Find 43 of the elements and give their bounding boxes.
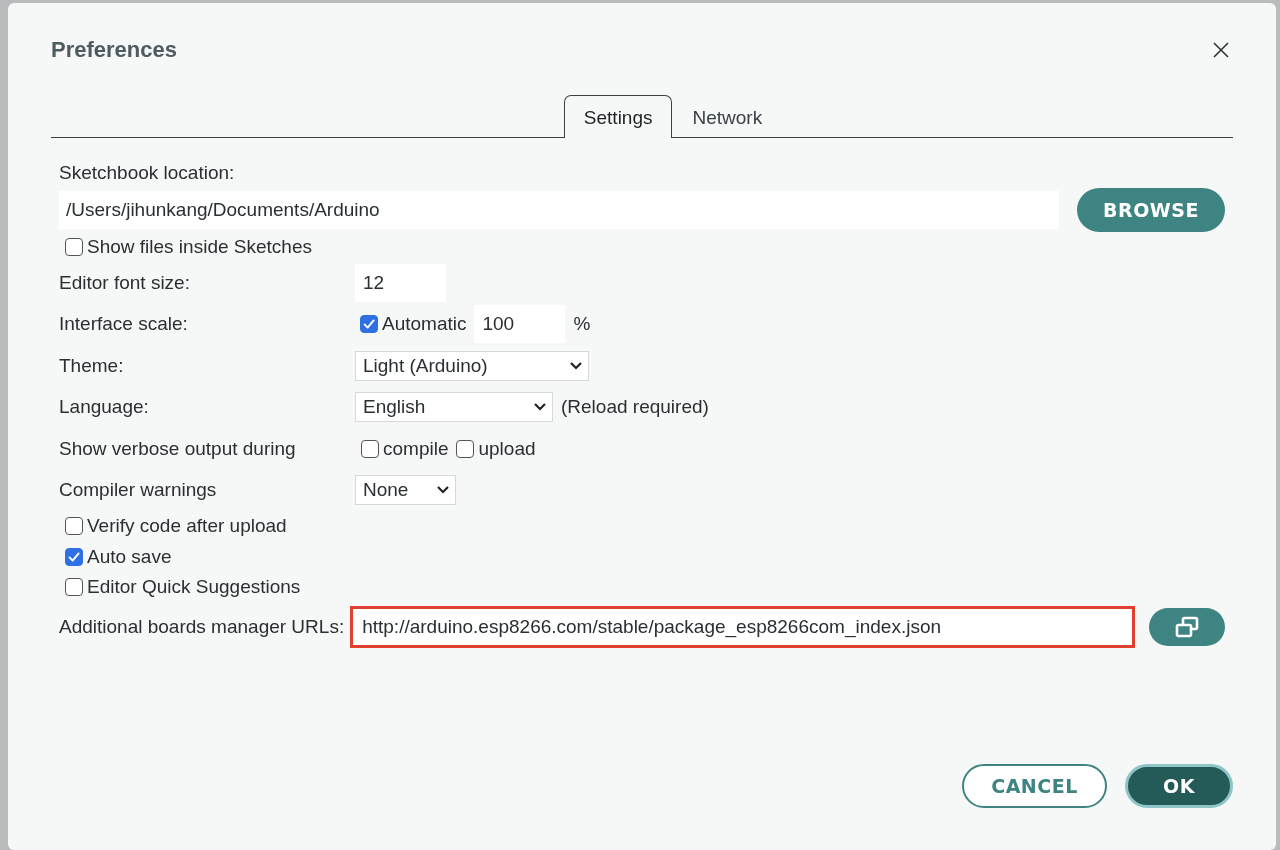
chevron-icon [436, 485, 450, 496]
input-field[interactable]: 100 [474, 305, 566, 344]
dropdown[interactable]: English [355, 392, 553, 423]
checkbox[interactable] [361, 439, 379, 458]
close-icon[interactable] [1211, 40, 1231, 60]
checkbox-label: Verify code after upload [87, 515, 287, 538]
expand-button[interactable] [1149, 607, 1225, 646]
checkbox-label: Auto save [87, 545, 172, 568]
field-label: Sketchbook location: [59, 161, 236, 184]
checkbox[interactable] [65, 578, 83, 597]
unit-label: % [573, 313, 591, 336]
overlapping-windows-icon [1174, 615, 1200, 638]
chevron-icon [533, 402, 547, 413]
field-label: Language: [59, 396, 150, 419]
checkbox[interactable] [65, 547, 83, 566]
ok-button[interactable]: OK [1125, 764, 1233, 808]
checkbox-label: Show files inside Sketches [87, 235, 312, 258]
dialog-title: Preferences [51, 37, 177, 63]
field-label: Editor font size: [59, 271, 191, 294]
checkbox[interactable] [456, 439, 475, 458]
tab[interactable]: Settings [563, 95, 673, 138]
url-field[interactable]: http://arduino.esp8266.com/stable/package_esp8266com_index.json [350, 605, 1135, 648]
checkbox-label: Editor Quick Suggestions [87, 576, 301, 599]
field-label: Show verbose output during [59, 437, 297, 460]
browse-button[interactable]: BROWSE [1077, 187, 1225, 232]
input-field[interactable]: 12 [355, 263, 446, 302]
note-text: (Reload required) [561, 396, 709, 419]
checkbox-label: Automatic [382, 313, 467, 336]
checkbox-label: upload [478, 437, 536, 460]
path-field[interactable]: /Users/jihunkang/Documents/Arduino [59, 190, 1060, 229]
checkbox-label: compile [383, 437, 449, 460]
checkbox[interactable] [65, 517, 83, 536]
field-label: Interface scale: [59, 313, 189, 336]
dropdown[interactable]: None [355, 475, 456, 506]
field-label: Theme: [59, 354, 125, 377]
field-label: Additional boards manager URLs: [59, 615, 345, 638]
checkbox[interactable] [360, 315, 378, 334]
field-label: Compiler warnings [59, 479, 218, 502]
cancel-button[interactable]: CANCEL [962, 764, 1107, 808]
dropdown[interactable]: Light (Arduino) [355, 350, 589, 381]
chevron-icon [569, 360, 583, 371]
tab[interactable]: Network [672, 95, 783, 138]
checkbox[interactable] [65, 237, 83, 256]
